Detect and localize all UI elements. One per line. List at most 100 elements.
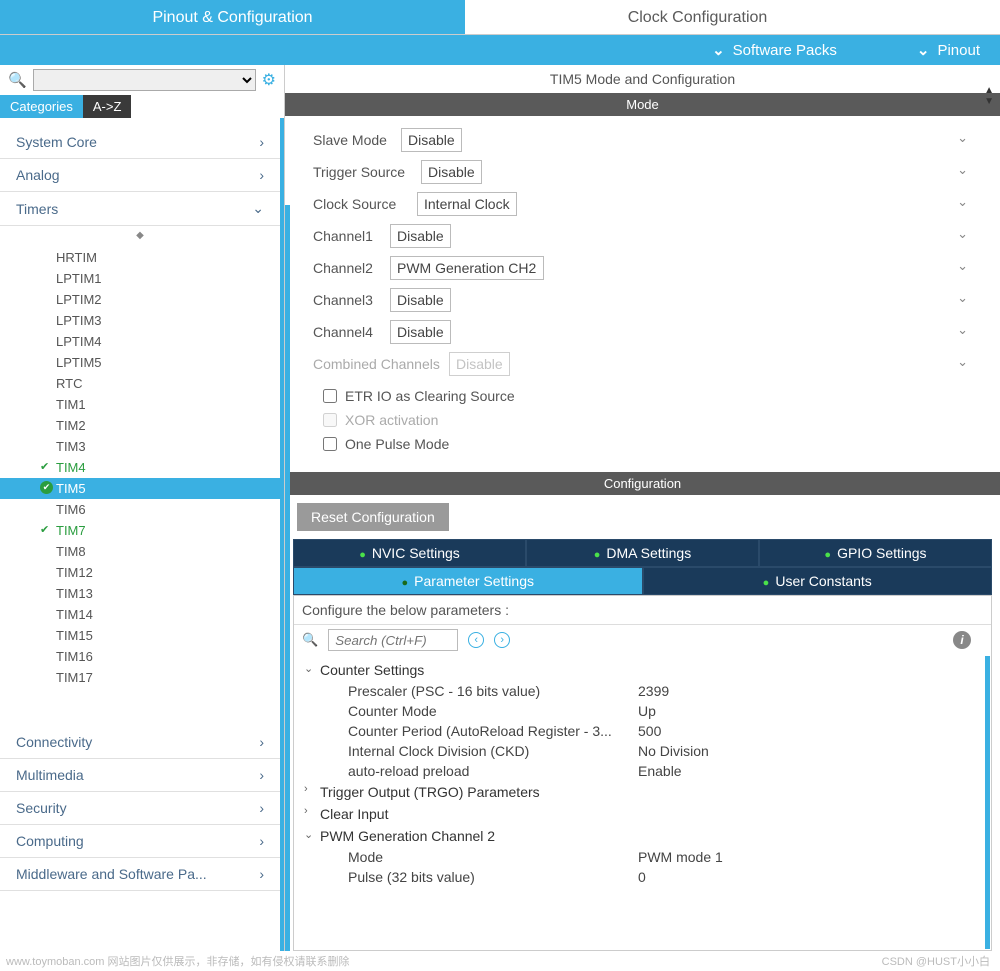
param-row[interactable]: Prescaler (PSC - 16 bits value)2399 [302,681,983,701]
sub-bar: Software Packs Pinout [0,35,1000,65]
mode-header: Mode▲▼ [285,93,1000,116]
chevron-right-icon: › [259,800,264,816]
xor-label: XOR activation [345,412,438,428]
timer-item-rtc[interactable]: RTC [0,373,280,394]
tab-dma-settings[interactable]: ●DMA Settings [526,539,759,567]
param-row[interactable]: Pulse (32 bits value)0 [302,867,983,887]
param-row[interactable]: ModePWM mode 1 [302,847,983,867]
timer-item-hrtim[interactable]: HRTIM [0,247,280,268]
section-security[interactable]: Security› [0,792,280,825]
collapse-icon[interactable]: ▲▼ [984,85,994,107]
channel2-select[interactable]: PWM Generation CH2 [390,256,544,280]
chevron-right-icon: › [259,767,264,783]
tab-extra[interactable] [930,0,1000,34]
timer-item-tim1[interactable]: TIM1 [0,394,280,415]
timer-item-tim12[interactable]: TIM12 [0,562,280,583]
timer-item-tim4[interactable]: TIM4 [0,457,280,478]
watermark: www.toymoban.com 网站图片仅供展示，非存储，如有侵权请联系删除 [6,953,349,969]
etr-checkbox[interactable] [323,389,337,403]
tab-clock-config[interactable]: Clock Configuration [465,0,930,34]
software-packs-dropdown[interactable]: Software Packs [712,41,837,59]
channel1-select[interactable]: Disable [390,224,451,248]
timer-item-tim13[interactable]: TIM13 [0,583,280,604]
section-timers[interactable]: Timers⌄ [0,192,280,226]
config-scrollbar[interactable] [985,656,990,949]
timer-item-lptim5[interactable]: LPTIM5 [0,352,280,373]
group-pwm-ch2[interactable]: PWM Generation Channel 2 [302,825,983,847]
clock-source-select[interactable]: Internal Clock [417,192,517,216]
timer-item-tim7[interactable]: TIM7 [0,520,280,541]
timer-item-lptim3[interactable]: LPTIM3 [0,310,280,331]
one-pulse-checkbox[interactable] [323,437,337,451]
chevron-right-icon: › [259,833,264,849]
tab-parameter-settings[interactable]: ●Parameter Settings [293,567,643,595]
section-connectivity[interactable]: Connectivity› [0,726,280,759]
pinout-dropdown[interactable]: Pinout [917,41,980,59]
chevron-right-icon: › [259,734,264,750]
channel3-label: Channel3 [313,292,384,308]
timer-item-lptim1[interactable]: LPTIM1 [0,268,280,289]
check-icon: ● [824,549,831,561]
next-match-button[interactable]: › [494,632,510,648]
timer-item-tim5[interactable]: TIM5 [0,478,280,499]
param-row[interactable]: Counter ModeUp [302,701,983,721]
section-system-core[interactable]: System Core› [0,126,280,159]
param-row[interactable]: Counter Period (AutoReload Register - 3.… [302,721,983,741]
trigger-source-select[interactable]: Disable [421,160,482,184]
check-icon: ● [402,577,409,589]
settings-gear-icon[interactable]: ⚙ [262,70,276,90]
tab-categories[interactable]: Categories [0,95,83,118]
chevron-down-icon: ⌄ [252,200,264,217]
chevron-right-icon: › [259,134,264,150]
mode-panel: Slave ModeDisable Trigger SourceDisable … [285,116,1000,468]
timer-item-tim8[interactable]: TIM8 [0,541,280,562]
config-header: Configuration [285,472,1000,495]
check-icon: ● [594,549,601,561]
top-tabs: Pinout & Configuration Clock Configurati… [0,0,1000,35]
param-tree[interactable]: Counter Settings Prescaler (PSC - 16 bit… [294,655,991,950]
tab-gpio-settings[interactable]: ●GPIO Settings [759,539,992,567]
slave-mode-label: Slave Mode [313,132,395,148]
reset-configuration-button[interactable]: Reset Configuration [297,503,449,531]
chevron-right-icon: › [259,167,264,183]
param-row[interactable]: Internal Clock Division (CKD)No Division [302,741,983,761]
timer-item-tim16[interactable]: TIM16 [0,646,280,667]
channel4-select[interactable]: Disable [390,320,451,344]
timer-item-tim3[interactable]: TIM3 [0,436,280,457]
slave-mode-select[interactable]: Disable [401,128,462,152]
group-counter-settings[interactable]: Counter Settings [302,659,983,681]
tab-nvic-settings[interactable]: ●NVIC Settings [293,539,526,567]
section-computing[interactable]: Computing› [0,825,280,858]
timer-item-lptim2[interactable]: LPTIM2 [0,289,280,310]
content-panel: TIM5 Mode and Configuration Mode▲▼ Slave… [285,65,1000,951]
peripheral-search-select[interactable] [33,69,256,91]
timer-item-tim15[interactable]: TIM15 [0,625,280,646]
tab-a-to-z[interactable]: A->Z [83,95,132,118]
timer-item-tim14[interactable]: TIM14 [0,604,280,625]
config-hint: Configure the below parameters : [294,596,991,625]
timer-item-lptim4[interactable]: LPTIM4 [0,331,280,352]
chevron-right-icon: › [259,866,264,882]
section-multimedia[interactable]: Multimedia› [0,759,280,792]
group-trgo[interactable]: Trigger Output (TRGO) Parameters [302,781,983,803]
peripherals-tree[interactable]: System Core› Analog› Timers⌄ ◆ HRTIMLPTI… [0,118,284,951]
section-analog[interactable]: Analog› [0,159,280,192]
tab-user-constants[interactable]: ●User Constants [643,567,993,595]
param-row[interactable]: auto-reload preloadEnable [302,761,983,781]
info-icon[interactable]: i [953,631,971,649]
channel3-select[interactable]: Disable [390,288,451,312]
group-clear-input[interactable]: Clear Input [302,803,983,825]
sort-icon[interactable]: ◆ [0,226,280,245]
tab-pinout-config[interactable]: Pinout & Configuration [0,0,465,34]
param-search-input[interactable] [328,629,458,651]
content-scrollbar[interactable] [285,205,290,951]
timer-item-tim17[interactable]: TIM17 [0,667,280,688]
timer-item-tim2[interactable]: TIM2 [0,415,280,436]
section-middleware[interactable]: Middleware and Software Pa...› [0,858,280,891]
credit: CSDN @HUST小小白 [882,953,990,969]
timer-item-tim6[interactable]: TIM6 [0,499,280,520]
clock-source-label: Clock Source [313,196,411,212]
channel4-label: Channel4 [313,324,384,340]
prev-match-button[interactable]: ‹ [468,632,484,648]
check-icon: ● [763,577,770,589]
